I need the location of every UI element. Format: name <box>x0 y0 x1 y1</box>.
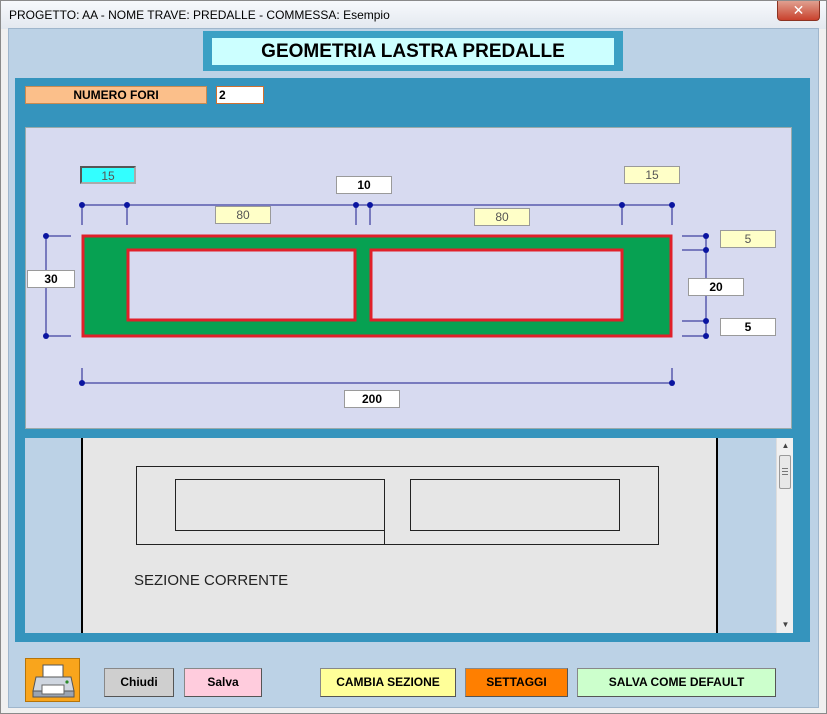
preview-outline <box>136 466 659 545</box>
salva-default-button[interactable]: SALVA COME DEFAULT <box>577 668 776 697</box>
preview-scrollbar[interactable]: ▲ ▼ <box>776 438 793 633</box>
edge-left-input[interactable]: 15 <box>80 166 136 184</box>
dim-dot <box>353 202 359 208</box>
dim-dot <box>669 380 675 386</box>
preview-svg <box>136 466 659 545</box>
dim-dot <box>43 333 49 339</box>
cambia-sezione-button[interactable]: CAMBIA SEZIONE <box>320 668 456 697</box>
settaggi-button[interactable]: SETTAGGI <box>465 668 568 697</box>
page-title: GEOMETRIA LASTRA PREDALLE <box>212 38 614 65</box>
preview-caption: SEZIONE CORRENTE <box>134 572 289 589</box>
dim-dot <box>669 202 675 208</box>
chiudi-button[interactable]: Chiudi <box>104 668 174 697</box>
dim-dot <box>619 202 625 208</box>
close-button[interactable]: ✕ <box>777 1 820 21</box>
dim-dot <box>703 247 709 253</box>
scroll-up-icon[interactable]: ▲ <box>777 439 794 453</box>
numero-fori-label: NUMERO FORI <box>25 86 207 104</box>
dim-dot <box>703 233 709 239</box>
print-button[interactable] <box>25 658 80 702</box>
window-title: PROGETTO: AA - NOME TRAVE: PREDALLE - CO… <box>9 8 390 22</box>
numero-fori-input[interactable]: 2 <box>216 86 264 104</box>
scroll-down-icon[interactable]: ▼ <box>777 618 794 632</box>
hole2-width-input[interactable]: 80 <box>474 208 530 226</box>
preview-hole-right <box>410 479 620 531</box>
top-slab-input[interactable]: 5 <box>720 230 776 248</box>
dim-dot <box>79 380 85 386</box>
scroll-thumb[interactable] <box>779 455 791 489</box>
dim-dot <box>124 202 130 208</box>
printer-icon <box>32 664 75 698</box>
height-total-input[interactable]: 30 <box>27 270 75 288</box>
salva-button[interactable]: Salva <box>184 668 262 697</box>
dim-dot <box>703 333 709 339</box>
bottom-slab-input[interactable]: 5 <box>720 318 776 336</box>
width-total-input[interactable]: 200 <box>344 390 400 408</box>
edge-right-input[interactable]: 15 <box>624 166 680 184</box>
hole1-width-input[interactable]: 80 <box>215 206 271 224</box>
dim-dot <box>43 233 49 239</box>
hole-right <box>369 248 624 322</box>
gap-center-input[interactable]: 10 <box>336 176 392 194</box>
preview-right-margin <box>718 438 776 633</box>
dim-dot <box>367 202 373 208</box>
hole-height-input[interactable]: 20 <box>688 278 744 296</box>
preview-hole-left <box>175 479 385 531</box>
hole-left <box>126 248 357 322</box>
dim-dot <box>703 318 709 324</box>
title-bar: PROGETTO: AA - NOME TRAVE: PREDALLE - CO… <box>1 1 826 29</box>
dim-dot <box>79 202 85 208</box>
section-preview <box>81 438 718 633</box>
preview-left-margin <box>25 438 81 633</box>
